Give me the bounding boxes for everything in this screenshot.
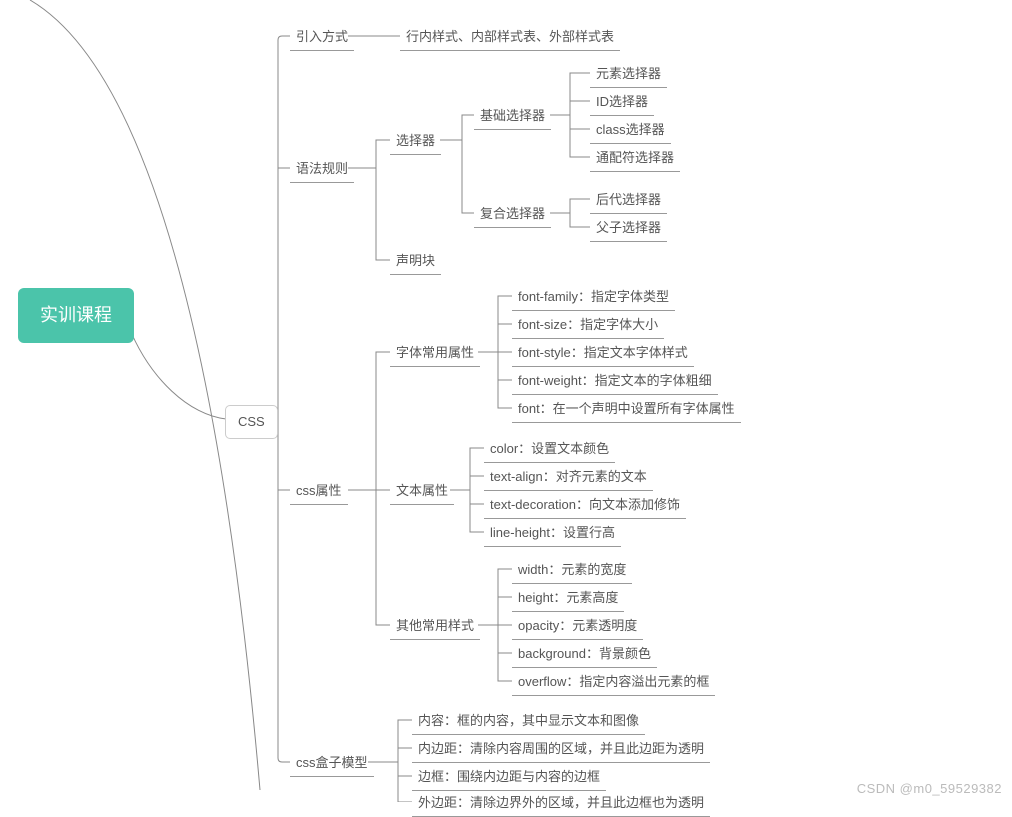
box-border-label: 边框：围绕内边距与内容的边框: [418, 769, 600, 784]
font-style[interactable]: font-style：指定文本字体样式: [512, 340, 694, 367]
root-node[interactable]: 实训课程: [18, 288, 134, 343]
font-shorthand[interactable]: font：在一个声明中设置所有字体属性: [512, 396, 741, 423]
syntax-declare[interactable]: 声明块: [390, 248, 441, 275]
basic-element-label: 元素选择器: [596, 66, 661, 81]
import-detail[interactable]: 行内样式、内部样式表、外部样式表: [400, 24, 620, 51]
other-opacity-label: opacity：元素透明度: [518, 618, 637, 633]
branch-props[interactable]: css属性: [290, 478, 348, 505]
other-opacity[interactable]: opacity：元素透明度: [512, 613, 643, 640]
text-decoration-label: text-decoration：向文本添加修饰: [490, 497, 680, 512]
compound-descendant[interactable]: 后代选择器: [590, 187, 667, 214]
other-width-label: width：元素的宽度: [518, 562, 626, 577]
selector-basic-label: 基础选择器: [480, 108, 545, 123]
text-color[interactable]: color：设置文本颜色: [484, 436, 615, 463]
branch-syntax-label: 语法规则: [296, 161, 348, 176]
font-weight[interactable]: font-weight：指定文本的字体粗细: [512, 368, 718, 395]
other-background[interactable]: background：背景颜色: [512, 641, 657, 668]
basic-id[interactable]: ID选择器: [590, 89, 654, 116]
root-label: 实训课程: [40, 305, 112, 325]
props-other-label: 其他常用样式: [396, 618, 474, 633]
selector-compound[interactable]: 复合选择器: [474, 201, 551, 228]
box-content-label: 内容：框的内容，其中显示文本和图像: [418, 713, 639, 728]
text-align-label: text-align：对齐元素的文本: [490, 469, 647, 484]
box-margin-label: 外边距：清除边界外的区域，并且此边框也为透明: [418, 795, 704, 810]
font-shorthand-label: font：在一个声明中设置所有字体属性: [518, 401, 735, 416]
other-overflow-label: overflow：指定内容溢出元素的框: [518, 674, 709, 689]
line-height-label: line-height：设置行高: [490, 525, 615, 540]
line-height[interactable]: line-height：设置行高: [484, 520, 621, 547]
other-height[interactable]: height：元素高度: [512, 585, 624, 612]
basic-class[interactable]: class选择器: [590, 117, 671, 144]
watermark-text: CSDN @m0_59529382: [857, 781, 1002, 796]
font-family[interactable]: font-family：指定字体类型: [512, 284, 675, 311]
font-size-label: font-size：指定字体大小: [518, 317, 658, 332]
basic-wildcard-label: 通配符选择器: [596, 150, 674, 165]
font-style-label: font-style：指定文本字体样式: [518, 345, 688, 360]
branch-box[interactable]: css盒子模型: [290, 750, 374, 777]
text-decoration[interactable]: text-decoration：向文本添加修饰: [484, 492, 686, 519]
box-padding[interactable]: 内边距：清除内容周围的区域，并且此边距为透明: [412, 736, 710, 763]
branch-box-label: css盒子模型: [296, 755, 368, 770]
other-width[interactable]: width：元素的宽度: [512, 557, 632, 584]
syntax-selector-label: 选择器: [396, 133, 435, 148]
branch-syntax[interactable]: 语法规则: [290, 156, 354, 183]
other-background-label: background：背景颜色: [518, 646, 651, 661]
box-padding-label: 内边距：清除内容周围的区域，并且此边距为透明: [418, 741, 704, 756]
compound-child-label: 父子选择器: [596, 220, 661, 235]
basic-element[interactable]: 元素选择器: [590, 61, 667, 88]
basic-id-label: ID选择器: [596, 94, 648, 109]
mindmap-canvas: 实训课程 CSS 引入方式 行内样式、内部样式表、外部样式表 语法规则 选择器 …: [0, 0, 1012, 802]
import-detail-label: 行内样式、内部样式表、外部样式表: [406, 29, 614, 44]
props-font-label: 字体常用属性: [396, 345, 474, 360]
selector-basic[interactable]: 基础选择器: [474, 103, 551, 130]
props-font[interactable]: 字体常用属性: [390, 340, 480, 367]
other-height-label: height：元素高度: [518, 590, 618, 605]
props-text-label: 文本属性: [396, 483, 448, 498]
other-overflow[interactable]: overflow：指定内容溢出元素的框: [512, 669, 715, 696]
branch-import-label: 引入方式: [296, 29, 348, 44]
branch-import[interactable]: 引入方式: [290, 24, 354, 51]
branch-props-label: css属性: [296, 483, 342, 498]
selector-compound-label: 复合选择器: [480, 206, 545, 221]
box-border[interactable]: 边框：围绕内边距与内容的边框: [412, 764, 606, 791]
basic-wildcard[interactable]: 通配符选择器: [590, 145, 680, 172]
basic-class-label: class选择器: [596, 122, 665, 137]
props-other[interactable]: 其他常用样式: [390, 613, 480, 640]
font-weight-label: font-weight：指定文本的字体粗细: [518, 373, 712, 388]
syntax-selector[interactable]: 选择器: [390, 128, 441, 155]
font-size[interactable]: font-size：指定字体大小: [512, 312, 664, 339]
css-label: CSS: [238, 414, 265, 429]
box-content[interactable]: 内容：框的内容，其中显示文本和图像: [412, 708, 645, 735]
syntax-declare-label: 声明块: [396, 253, 435, 268]
compound-child[interactable]: 父子选择器: [590, 215, 667, 242]
text-align[interactable]: text-align：对齐元素的文本: [484, 464, 653, 491]
text-color-label: color：设置文本颜色: [490, 441, 609, 456]
compound-descendant-label: 后代选择器: [596, 192, 661, 207]
font-family-label: font-family：指定字体类型: [518, 289, 669, 304]
css-node[interactable]: CSS: [225, 405, 278, 439]
props-text[interactable]: 文本属性: [390, 478, 454, 505]
box-margin[interactable]: 外边距：清除边界外的区域，并且此边框也为透明: [412, 790, 710, 817]
